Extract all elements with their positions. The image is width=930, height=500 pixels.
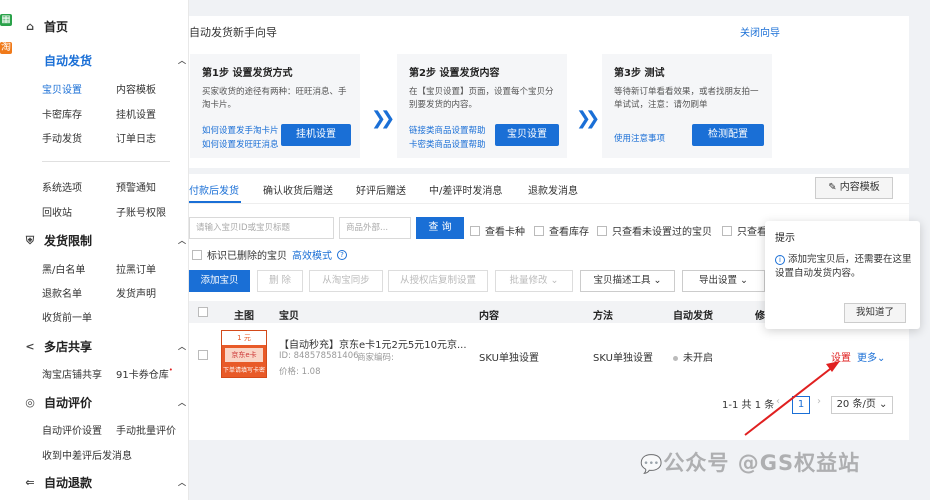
info-icon: i — [775, 255, 785, 265]
app: ▦ 淘 ⌂ 首页 自动发货 ︿ 宝贝设置 内容模板 卡密库存 挂机设置 手动发货 订… — [0, 0, 930, 500]
got-it-button[interactable]: 我知道了 — [844, 303, 906, 323]
arrow-line — [744, 365, 835, 436]
tip-popover: 提示 i 添加完宝贝后，还需要在这里设置自动发货内容。 我知道了 — [765, 221, 920, 329]
watermark: 💬公众号 @GS权益站 — [640, 451, 861, 475]
tip-body: i 添加完宝贝后，还需要在这里设置自动发货内容。 — [775, 254, 912, 279]
wechat-icon: 💬 — [640, 454, 664, 475]
tip-title: 提示 — [775, 233, 795, 244]
